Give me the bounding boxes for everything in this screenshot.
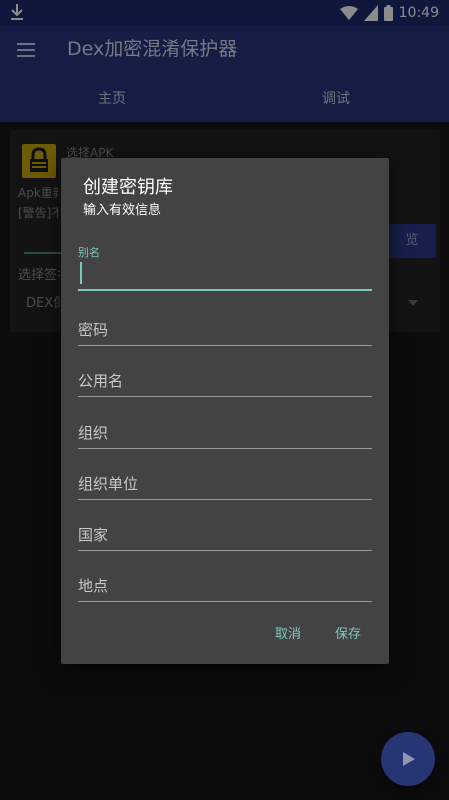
- password-hint: 密码: [78, 321, 109, 339]
- play-icon: [403, 752, 415, 766]
- country-underline: [78, 550, 372, 551]
- dialog-subtitle: 输入有效信息: [83, 203, 162, 218]
- create-keystore-dialog: 创建密钥库 输入有效信息 别名 密码 公用名 组织 组织单位 国家 地点 取消 …: [61, 158, 389, 664]
- alias-cursor: [80, 262, 82, 284]
- alias-input[interactable]: [78, 289, 372, 291]
- organization-hint: 组织: [78, 424, 109, 442]
- org-unit-field[interactable]: 组织单位: [78, 474, 372, 510]
- cancel-button[interactable]: 取消: [275, 626, 301, 644]
- country-field[interactable]: 国家: [78, 525, 372, 561]
- common-name-hint: 公用名: [78, 372, 124, 390]
- org-unit-underline: [78, 499, 372, 500]
- locality-underline: [78, 601, 372, 602]
- country-hint: 国家: [78, 526, 109, 544]
- common-name-underline: [78, 396, 372, 397]
- common-name-field[interactable]: 公用名: [78, 371, 372, 407]
- password-underline: [78, 345, 372, 346]
- organization-field[interactable]: 组织: [78, 423, 372, 459]
- save-button[interactable]: 保存: [335, 626, 361, 644]
- locality-hint: 地点: [78, 577, 109, 595]
- org-unit-hint: 组织单位: [78, 475, 139, 493]
- run-fab-button[interactable]: [381, 732, 435, 786]
- organization-underline: [78, 448, 372, 449]
- dialog-title: 创建密钥库: [83, 177, 173, 198]
- alias-label: 别名: [78, 246, 100, 259]
- password-field[interactable]: 密码: [78, 320, 372, 356]
- locality-field[interactable]: 地点: [78, 576, 372, 612]
